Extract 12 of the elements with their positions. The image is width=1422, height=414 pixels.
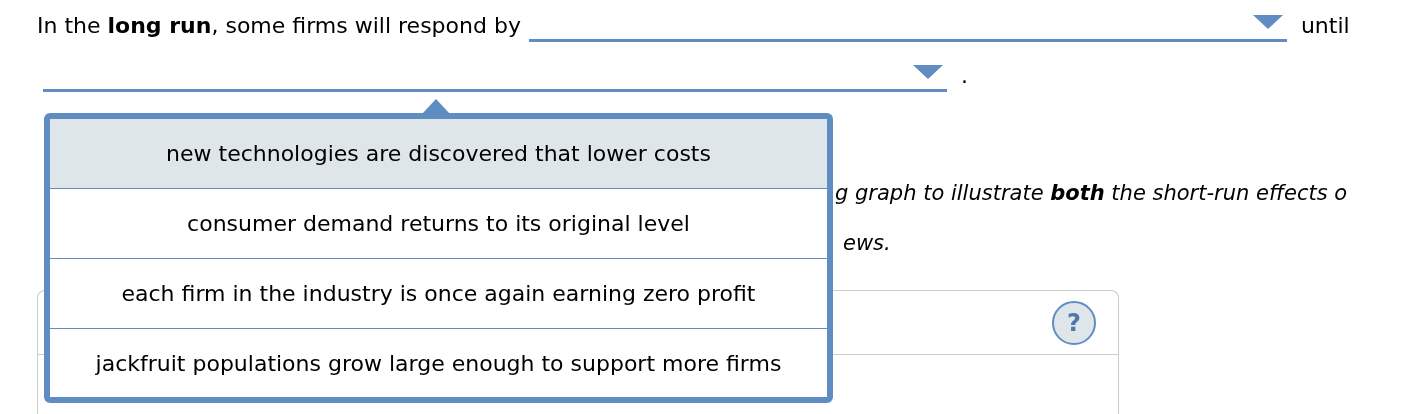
question-text: until — [1300, 12, 1350, 40]
period-text: . — [961, 62, 968, 90]
menu-option[interactable]: each firm in the industry is once again earning zero profit — [50, 259, 827, 329]
menu-option[interactable]: jackfruit populations grow large enough to support more firms — [50, 329, 827, 397]
menu-option[interactable]: consumer demand returns to its original level — [50, 189, 827, 259]
caret-icon — [913, 65, 943, 79]
caret-icon — [1252, 15, 1283, 29]
menu-option[interactable]: new technologies are discovered that lower costs — [50, 119, 827, 189]
instruction-text: ews. — [843, 230, 892, 257]
help-button[interactable]: ? — [1052, 300, 1096, 345]
question-text: In the long run, some firms will respond by — [37, 12, 521, 40]
instruction-text: g graph to illustrate both the short-run effects o — [835, 180, 1348, 207]
